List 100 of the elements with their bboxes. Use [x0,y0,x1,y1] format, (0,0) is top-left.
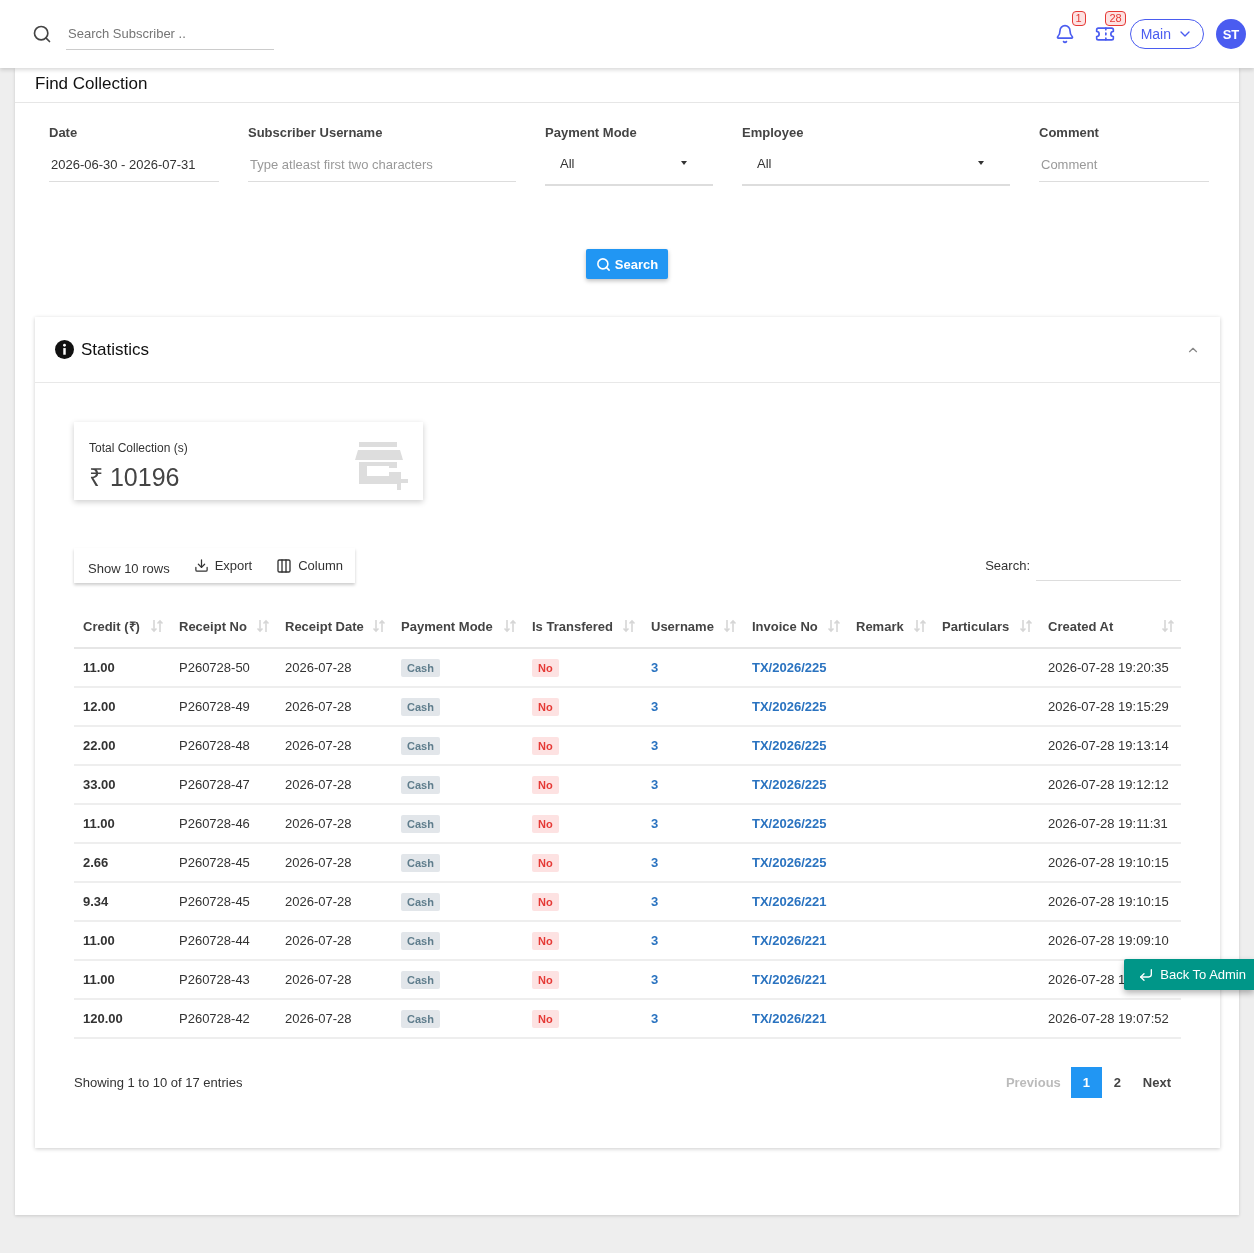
column-header[interactable]: Receipt No [179,618,247,634]
return-arrow-icon [1138,966,1155,983]
username-link[interactable]: 3 [651,933,659,948]
column-header[interactable]: Credit (₹) [83,617,140,635]
username-link[interactable]: 3 [651,816,659,831]
column-header[interactable]: Is Transfered [532,618,613,634]
receipt-no-text: P260728-45 [179,894,250,909]
transfer-status-tag: No [532,892,559,911]
branch-dropdown[interactable]: Main [1129,19,1204,49]
ticket-icon[interactable] [1094,24,1115,44]
next-button[interactable]: Next [1132,1067,1181,1098]
credit-text: 33.00 [83,777,116,792]
page-title: Find Collection [35,74,149,94]
sort-icon[interactable] [1019,619,1033,633]
export-button[interactable]: Export [181,548,265,583]
show-rows-button[interactable]: Show 10 rows [74,548,182,583]
page-button[interactable]: 2 [1101,1067,1133,1098]
payment-mode-tag: Cash [401,775,440,794]
username-link[interactable]: 3 [651,972,659,987]
sort-icon[interactable] [622,619,636,633]
sort-icon[interactable] [1161,619,1175,633]
transfer-status-tag: No [532,853,559,872]
filter-select[interactable]: All [545,148,713,186]
invoice-link[interactable]: TX/2026/225 [752,660,827,675]
credit-text: 11.00 [83,660,115,675]
sort-icon[interactable] [372,619,386,633]
sort-icon[interactable] [827,619,841,633]
page-button[interactable]: 1 [1070,1067,1102,1098]
filter-label: Employee [742,125,805,140]
column-header[interactable]: Receipt Date [285,618,364,634]
filter-label: Subscriber Username [248,125,384,140]
column-header[interactable]: Created At [1048,618,1114,634]
transfer-status-tag: No [532,814,559,833]
username-link[interactable]: 3 [651,777,659,792]
column-header[interactable]: Payment Mode [401,618,493,634]
column-button[interactable]: Column [264,548,356,583]
receipt-date-text: 2026-07-28 [285,777,352,792]
total-label: Total Collection (s) [89,441,189,455]
receipt-no-text: P260728-47 [179,777,250,792]
ticket-badge: 28 [1105,11,1126,26]
back-to-admin-button[interactable]: Back To Admin [1124,959,1254,990]
filter-select[interactable]: All [742,148,1010,186]
invoice-link[interactable]: TX/2026/225 [752,699,827,714]
column-header[interactable]: Invoice No [752,618,818,634]
receipt-date-text: 2026-07-28 [285,894,352,909]
username-link[interactable]: 3 [651,738,659,753]
column-header[interactable]: Remark [856,618,904,634]
subscriber-search-field[interactable]: Search Subscriber .. [66,18,274,50]
sort-icon[interactable] [150,619,164,633]
filter-label: Comment [1039,125,1100,140]
invoice-link[interactable]: TX/2026/221 [752,894,827,909]
sort-icon[interactable] [503,619,517,633]
transfer-status-tag: No [532,736,559,755]
receipt-date-text: 2026-07-28 [285,738,352,753]
transfer-status-tag: No [532,658,559,677]
payment-mode-tag: Cash [401,892,440,911]
search-button[interactable]: Search [585,249,669,279]
username-link[interactable]: 3 [651,660,659,675]
section-title: Statistics [81,339,151,360]
username-link[interactable]: 3 [651,855,659,870]
credit-text: 11.00 [83,972,115,987]
credit-text: 9.34 [83,894,109,909]
invoice-link[interactable]: TX/2026/225 [752,816,827,831]
user-avatar[interactable]: ST [1216,19,1246,49]
transfer-status-tag: No [532,775,559,794]
receipt-date-text: 2026-07-28 [285,699,352,714]
invoice-link[interactable]: TX/2026/221 [752,972,827,987]
created-at-text: 2026-07-28 19:09:10 [1048,933,1169,948]
column-header[interactable]: Particulars [942,618,1010,634]
credit-text: 11.00 [83,816,115,831]
invoice-link[interactable]: TX/2026/225 [752,777,827,792]
receipt-date-text: 2026-07-28 [285,855,352,870]
invoice-link[interactable]: TX/2026/221 [752,1011,827,1026]
sort-icon[interactable] [723,619,737,633]
invoice-link[interactable]: TX/2026/221 [752,933,827,948]
receipt-no-text: P260728-45 [179,855,250,870]
credit-text: 2.66 [83,855,109,870]
created-at-text: 2026-07-28 19:12:12 [1048,777,1169,792]
receipt-date-text: 2026-07-28 [285,816,352,831]
sort-icon[interactable] [913,619,927,633]
receipt-date-text: 2026-07-28 [285,1011,352,1026]
sort-icon[interactable] [256,619,270,633]
column-header[interactable]: Username [651,618,714,634]
search-icon[interactable] [32,24,52,44]
receipt-no-text: P260728-42 [179,1011,250,1026]
payment-mode-tag: Cash [401,736,440,755]
notification-badge: 1 [1071,11,1086,26]
credit-text: 12.00 [83,699,116,714]
payment-mode-tag: Cash [401,658,440,677]
info-icon [55,340,74,359]
username-link[interactable]: 3 [651,1011,659,1026]
receipt-no-text: P260728-44 [179,933,250,948]
username-link[interactable]: 3 [651,699,659,714]
username-link[interactable]: 3 [651,894,659,909]
bell-icon[interactable] [1054,24,1075,44]
invoice-link[interactable]: TX/2026/225 [752,738,827,753]
search-icon [595,256,611,272]
transfer-status-tag: No [532,970,559,989]
invoice-link[interactable]: TX/2026/225 [752,855,827,870]
entries-info: Showing 1 to 10 of 17 entries [74,1075,243,1090]
